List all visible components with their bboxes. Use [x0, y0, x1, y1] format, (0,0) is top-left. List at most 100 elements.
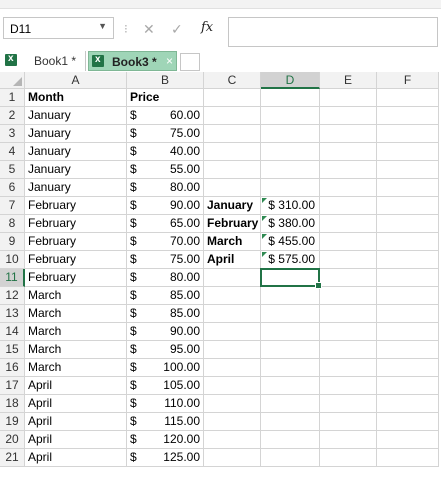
cell-a[interactable]: February [25, 233, 127, 251]
column-header-e[interactable]: E [320, 72, 377, 89]
cell-c[interactable]: March [204, 233, 261, 251]
cell-e[interactable] [320, 449, 377, 467]
cell-a[interactable]: April [25, 377, 127, 395]
cell-b[interactable]: $75.00 [127, 125, 204, 143]
cell-f[interactable] [377, 449, 439, 467]
row-header[interactable]: 13 [0, 305, 25, 323]
cell-c[interactable] [204, 179, 261, 197]
cell-b[interactable]: $80.00 [127, 269, 204, 287]
cell-a[interactable]: February [25, 215, 127, 233]
select-all-button[interactable] [0, 72, 25, 89]
cell-f[interactable] [377, 161, 439, 179]
cell-a[interactable]: Month [25, 89, 127, 107]
cell-f[interactable] [377, 179, 439, 197]
cell-d[interactable] [261, 179, 320, 197]
cell-f[interactable] [377, 143, 439, 161]
column-header-b[interactable]: B [127, 72, 204, 89]
cell-c[interactable]: February [204, 215, 261, 233]
cell-b[interactable]: $120.00 [127, 431, 204, 449]
name-box[interactable]: D11 ▼ [3, 17, 114, 39]
cell-c[interactable] [204, 287, 261, 305]
cell-a[interactable]: February [25, 251, 127, 269]
cell-a[interactable]: April [25, 413, 127, 431]
cell-e[interactable] [320, 269, 377, 287]
cell-a[interactable]: March [25, 305, 127, 323]
cell-b[interactable]: $105.00 [127, 377, 204, 395]
cell-d[interactable] [261, 89, 320, 107]
cell-e[interactable] [320, 305, 377, 323]
row-header[interactable]: 12 [0, 287, 25, 305]
row-header[interactable]: 15 [0, 341, 25, 359]
cell-a[interactable]: April [25, 395, 127, 413]
cell-d[interactable] [261, 107, 320, 125]
cell-f[interactable] [377, 341, 439, 359]
cell-c[interactable] [204, 107, 261, 125]
cell-e[interactable] [320, 431, 377, 449]
cell-d[interactable] [261, 125, 320, 143]
cell-d[interactable]: $ 455.00 [261, 233, 320, 251]
cell-e[interactable] [320, 143, 377, 161]
row-header[interactable]: 1 [0, 89, 25, 107]
error-indicator-icon[interactable] [262, 216, 267, 221]
cell-d[interactable] [261, 449, 320, 467]
cell-f[interactable] [377, 251, 439, 269]
cell-c[interactable] [204, 359, 261, 377]
cell-a[interactable]: February [25, 269, 127, 287]
column-header-a[interactable]: A [25, 72, 127, 89]
row-header[interactable]: 2 [0, 107, 25, 125]
cell-b[interactable]: $80.00 [127, 179, 204, 197]
tab-book1[interactable]: Book1 * [2, 51, 86, 71]
cell-e[interactable] [320, 395, 377, 413]
column-header-f[interactable]: F [377, 72, 439, 89]
column-header-d[interactable]: D [261, 72, 320, 89]
row-header[interactable]: 7 [0, 197, 25, 215]
row-header[interactable]: 6 [0, 179, 25, 197]
row-header[interactable]: 21 [0, 449, 25, 467]
cell-d[interactable] [261, 143, 320, 161]
cell-f[interactable] [377, 305, 439, 323]
cell-e[interactable] [320, 323, 377, 341]
row-header[interactable]: 18 [0, 395, 25, 413]
row-header[interactable]: 16 [0, 359, 25, 377]
cell-b[interactable]: $85.00 [127, 287, 204, 305]
cell-a[interactable]: March [25, 323, 127, 341]
cell-d[interactable] [261, 377, 320, 395]
cell-f[interactable] [377, 107, 439, 125]
cell-a[interactable]: March [25, 359, 127, 377]
row-header[interactable]: 17 [0, 377, 25, 395]
new-tab-button[interactable] [180, 53, 200, 71]
cell-f[interactable] [377, 395, 439, 413]
cell-e[interactable] [320, 251, 377, 269]
cell-c[interactable] [204, 305, 261, 323]
row-header[interactable]: 20 [0, 431, 25, 449]
tab-book3[interactable]: Book3 * × [88, 51, 177, 71]
cell-b[interactable]: $70.00 [127, 233, 204, 251]
cell-d[interactable] [261, 269, 320, 287]
close-icon[interactable]: × [166, 54, 173, 68]
row-header[interactable]: 4 [0, 143, 25, 161]
cell-c[interactable] [204, 413, 261, 431]
cell-e[interactable] [320, 215, 377, 233]
cell-d[interactable]: $ 575.00 [261, 251, 320, 269]
cell-a[interactable]: February [25, 197, 127, 215]
cell-e[interactable] [320, 377, 377, 395]
cell-c[interactable] [204, 143, 261, 161]
chevron-down-icon[interactable]: ▼ [98, 21, 107, 31]
cell-b[interactable]: $90.00 [127, 197, 204, 215]
cell-f[interactable] [377, 431, 439, 449]
cell-b[interactable]: $125.00 [127, 449, 204, 467]
cancel-icon[interactable]: ✕ [143, 21, 155, 38]
cell-d[interactable]: $ 310.00 [261, 197, 320, 215]
cell-a[interactable]: January [25, 161, 127, 179]
row-header[interactable]: 14 [0, 323, 25, 341]
cell-e[interactable] [320, 413, 377, 431]
cell-e[interactable] [320, 89, 377, 107]
cell-e[interactable] [320, 197, 377, 215]
insert-function-icon[interactable]: fx [201, 20, 213, 35]
cell-d[interactable] [261, 323, 320, 341]
cell-b[interactable]: $60.00 [127, 107, 204, 125]
cell-c[interactable] [204, 89, 261, 107]
cell-f[interactable] [377, 413, 439, 431]
cell-c[interactable] [204, 431, 261, 449]
cell-a[interactable]: January [25, 125, 127, 143]
